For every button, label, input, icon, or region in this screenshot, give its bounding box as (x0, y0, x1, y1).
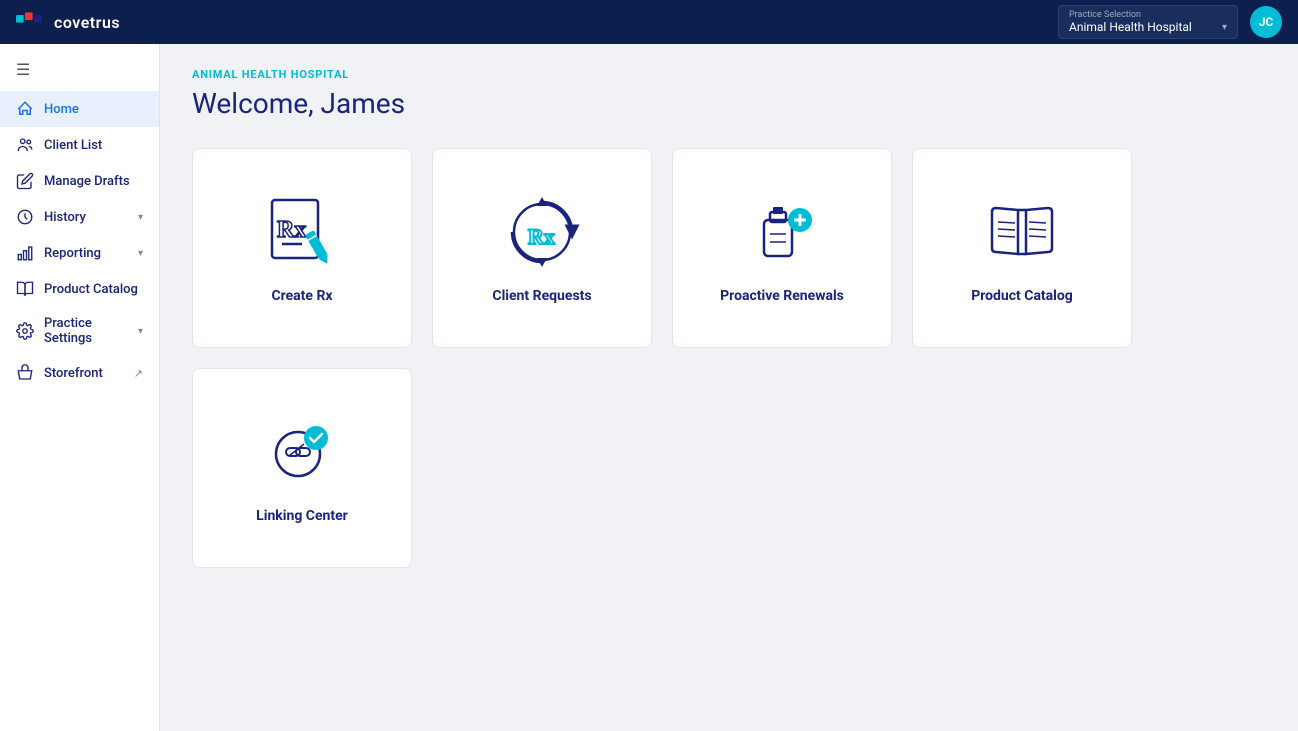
sidebar-item-history[interactable]: History ▾ (0, 199, 159, 235)
chart-icon (16, 244, 34, 262)
cards-grid-row2: Linking Center (192, 368, 1266, 568)
card-create-rx[interactable]: Rx Create Rx (192, 148, 412, 348)
proactive-renewals-icon (742, 192, 822, 272)
user-avatar[interactable]: JC (1250, 6, 1282, 38)
gear-icon (16, 322, 34, 340)
chevron-down-icon: ▾ (1222, 22, 1227, 33)
card-proactive-renewals-label: Proactive Renewals (720, 288, 844, 304)
chevron-down-icon: ▾ (138, 248, 143, 259)
chevron-down-icon: ▾ (138, 326, 143, 337)
sidebar-label-manage-drafts: Manage Drafts (44, 174, 130, 189)
card-linking-center[interactable]: Linking Center (192, 368, 412, 568)
svg-text:Rx: Rx (277, 217, 306, 243)
practice-selector[interactable]: Practice Selection Animal Health Hospita… (1058, 5, 1238, 39)
logo-text: covetrus (54, 13, 120, 32)
card-create-rx-label: Create Rx (271, 288, 332, 304)
sidebar-label-storefront: Storefront (44, 366, 103, 381)
sidebar-item-reporting[interactable]: Reporting ▾ (0, 235, 159, 271)
sidebar-label-client-list: Client List (44, 138, 102, 153)
main-content: ANIMAL HEALTH HOSPITAL Welcome, James Rx (160, 44, 1298, 731)
covetrus-logo-icon (16, 12, 48, 32)
svg-text:Rx: Rx (528, 224, 555, 249)
card-client-requests-label: Client Requests (492, 288, 591, 304)
sidebar-item-product-catalog[interactable]: Product Catalog (0, 271, 159, 307)
chevron-down-icon: ▾ (138, 212, 143, 223)
sidebar-item-home[interactable]: Home (0, 91, 159, 127)
product-catalog-icon (982, 192, 1062, 272)
sidebar-item-manage-drafts[interactable]: Manage Drafts (0, 163, 159, 199)
linking-center-icon (262, 412, 342, 492)
welcome-title: Welcome, James (192, 87, 1266, 120)
card-client-requests[interactable]: Rx Client Requests (432, 148, 652, 348)
sidebar-item-storefront[interactable]: Storefront ↗ (0, 355, 159, 391)
sidebar-label-history: History (44, 210, 86, 225)
edit-icon (16, 172, 34, 190)
card-proactive-renewals[interactable]: Proactive Renewals (672, 148, 892, 348)
hospital-label: ANIMAL HEALTH HOSPITAL (192, 68, 1266, 81)
hamburger-menu-button[interactable]: ☰ (0, 52, 159, 91)
create-rx-icon: Rx (262, 192, 342, 272)
sidebar-label-home: Home (44, 102, 79, 117)
logo[interactable]: covetrus (16, 12, 120, 32)
sidebar-item-client-list[interactable]: Client List (0, 127, 159, 163)
clock-icon (16, 208, 34, 226)
sidebar-item-practice-settings[interactable]: Practice Settings ▾ (0, 307, 159, 355)
people-icon (16, 136, 34, 154)
home-icon (16, 100, 34, 118)
sidebar: ☰ Home Client List Manage Drafts History… (0, 44, 160, 731)
sidebar-label-reporting: Reporting (44, 246, 101, 261)
client-requests-icon: Rx (502, 192, 582, 272)
cards-grid-row1: Rx Create Rx (192, 148, 1266, 348)
card-product-catalog-label: Product Catalog (971, 288, 1073, 304)
practice-selector-label: Practice Selection (1069, 10, 1227, 20)
card-product-catalog[interactable]: Product Catalog (912, 148, 1132, 348)
external-link-icon: ↗ (134, 367, 143, 380)
main-layout: ☰ Home Client List Manage Drafts History… (0, 44, 1298, 731)
sidebar-label-practice-settings: Practice Settings (44, 316, 128, 346)
card-linking-center-label: Linking Center (256, 508, 348, 524)
sidebar-label-product-catalog: Product Catalog (44, 282, 138, 297)
store-icon (16, 364, 34, 382)
practice-selector-value: Animal Health Hospital ▾ (1069, 20, 1227, 34)
book-icon (16, 280, 34, 298)
topnav-right: Practice Selection Animal Health Hospita… (1058, 5, 1282, 39)
top-navigation: covetrus Practice Selection Animal Healt… (0, 0, 1298, 44)
